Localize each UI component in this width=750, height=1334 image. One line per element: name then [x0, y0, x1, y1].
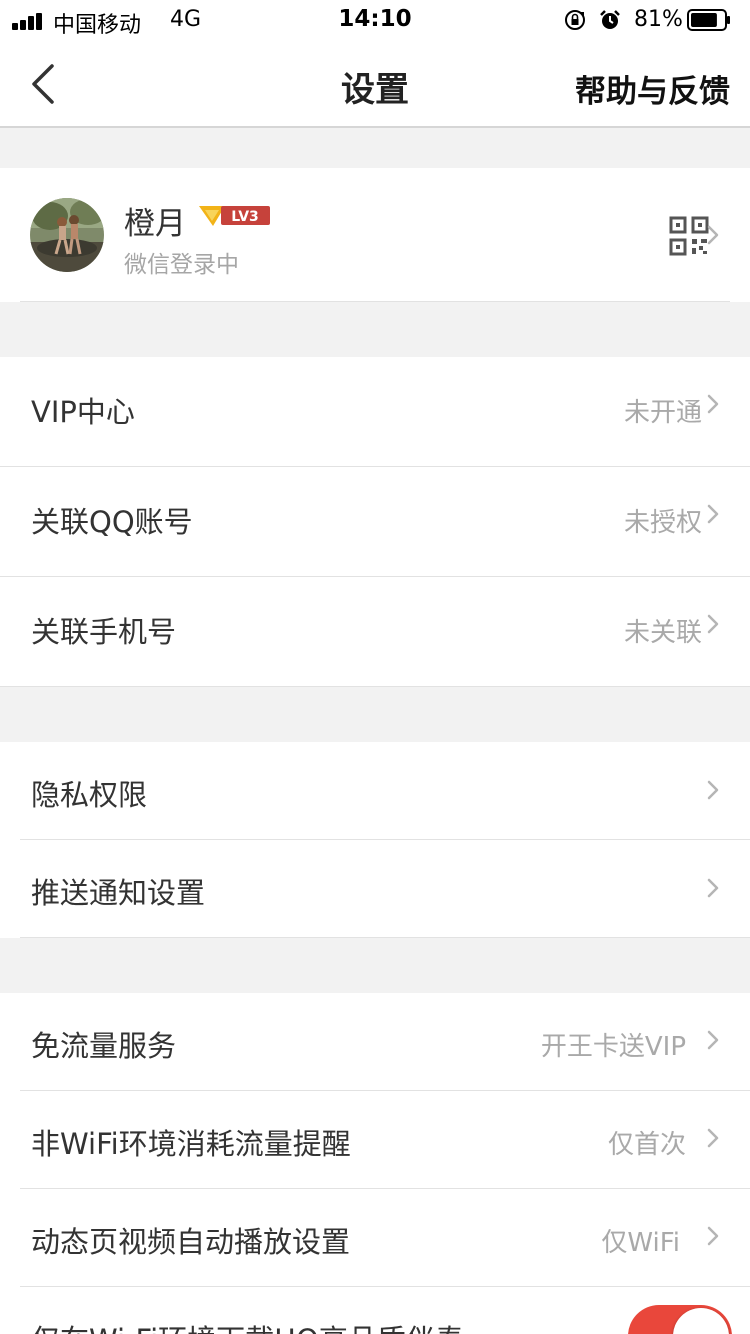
row-label: 关联手机号	[31, 615, 177, 649]
settings-screen: 中国移动 4G 14:10 81% 设置 帮助与反馈 橙月 LV3 微信登录中 …	[0, 0, 750, 1334]
row-value: 未关联	[623, 618, 702, 648]
chevron-right-icon	[707, 394, 719, 414]
privacy-settings-group: 隐私权限 推送通知设置	[0, 742, 750, 938]
settings-row-vip[interactable]: VIP中心 未开通	[0, 357, 750, 467]
alarm-icon	[600, 10, 620, 29]
qr-code-icon[interactable]	[669, 216, 709, 256]
help-feedback-button[interactable]: 帮助与反馈	[575, 66, 730, 111]
row-label: 动态页视频自动播放设置	[31, 1225, 351, 1259]
chevron-right-icon	[707, 225, 719, 245]
row-value: 仅WiFi	[601, 1228, 680, 1258]
level-badge: LV3	[199, 206, 270, 226]
battery-icon	[687, 9, 730, 31]
account-settings-group: VIP中心 未开通 关联QQ账号 未授权 关联手机号 未关联	[0, 357, 750, 687]
row-label: 免流量服务	[31, 1029, 177, 1063]
login-status: 微信登录中	[124, 252, 239, 278]
avatar[interactable]	[30, 198, 104, 272]
row-value: 仅首次	[607, 1130, 686, 1160]
chevron-right-icon	[707, 1030, 719, 1050]
divider	[20, 937, 750, 938]
settings-row-free-data[interactable]: 免流量服务 开王卡送VIP	[0, 993, 750, 1091]
chevron-right-icon	[707, 878, 719, 898]
divider	[0, 686, 750, 687]
row-label: 关联QQ账号	[31, 505, 193, 539]
chevron-right-icon	[707, 614, 719, 634]
settings-row-video-autoplay[interactable]: 动态页视频自动播放设置 仅WiFi	[0, 1189, 750, 1287]
battery-percentage: 81%	[634, 7, 683, 32]
settings-row-link-phone[interactable]: 关联手机号 未关联	[0, 577, 750, 687]
settings-row-link-qq[interactable]: 关联QQ账号 未授权	[0, 467, 750, 577]
toggle-knob	[673, 1308, 729, 1334]
level-text: LV3	[231, 209, 259, 225]
row-label: VIP中心	[31, 395, 135, 429]
navigation-bar: 设置 帮助与反馈	[0, 40, 750, 128]
row-label: 推送通知设置	[31, 876, 206, 910]
settings-row-hq-download: 仅在Wi-Fi环境下载HQ高品质伴奏	[0, 1287, 750, 1334]
settings-row-non-wifi-reminder[interactable]: 非WiFi环境消耗流量提醒 仅首次	[0, 1091, 750, 1189]
settings-row-push-notifications[interactable]: 推送通知设置	[0, 840, 750, 938]
profile-card[interactable]: 橙月 LV3 微信登录中	[0, 168, 750, 302]
row-value: 开王卡送VIP	[540, 1032, 686, 1062]
row-label: 非WiFi环境消耗流量提醒	[31, 1127, 351, 1161]
row-label: 仅在Wi-Fi环境下载HQ高品质伴奏	[31, 1317, 464, 1334]
hq-download-toggle[interactable]	[628, 1305, 732, 1334]
row-value: 未开通	[623, 398, 702, 428]
row-value: 未授权	[623, 508, 702, 538]
chevron-right-icon	[707, 780, 719, 800]
data-usage-group: 免流量服务 开王卡送VIP 非WiFi环境消耗流量提醒 仅首次 动态页视频自动播…	[0, 993, 750, 1334]
rotation-lock-icon	[565, 10, 585, 30]
chevron-right-icon	[707, 504, 719, 524]
chevron-right-icon	[707, 1226, 719, 1246]
username: 橙月	[124, 206, 186, 242]
chevron-right-icon	[707, 1128, 719, 1148]
divider	[20, 301, 730, 302]
status-bar: 中国移动 4G 14:10 81%	[0, 0, 750, 40]
settings-row-privacy[interactable]: 隐私权限	[0, 742, 750, 840]
row-label: 隐私权限	[31, 778, 148, 812]
